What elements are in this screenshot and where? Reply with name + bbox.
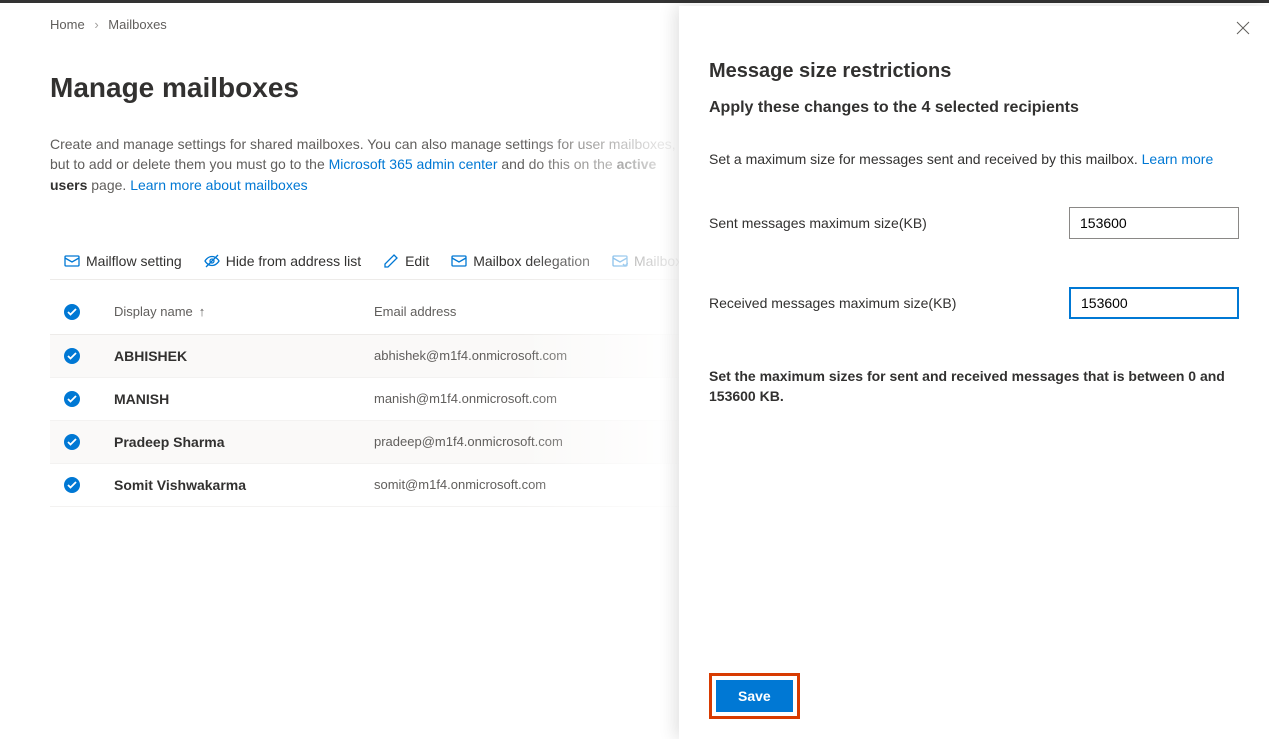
row-checkbox[interactable]	[64, 434, 114, 450]
mail-settings-icon	[64, 253, 80, 269]
admin-center-link[interactable]: Microsoft 365 admin center	[329, 156, 498, 172]
check-circle-icon	[64, 477, 80, 493]
close-button[interactable]	[1235, 20, 1251, 39]
sent-max-input[interactable]	[1069, 207, 1239, 239]
breadcrumb-current: Mailboxes	[108, 17, 167, 32]
save-highlight: Save	[709, 673, 800, 719]
learn-more-link[interactable]: Learn more	[1142, 151, 1214, 167]
row-name: Pradeep Sharma	[114, 434, 374, 450]
check-circle-icon	[64, 434, 80, 450]
row-checkbox[interactable]	[64, 348, 114, 364]
edit-icon	[383, 253, 399, 269]
received-max-input[interactable]	[1069, 287, 1239, 319]
received-max-label: Received messages maximum size(KB)	[709, 295, 956, 311]
mailflow-setting-button[interactable]: Mailflow setting	[64, 253, 182, 269]
hide-from-list-button[interactable]: Hide from address list	[204, 253, 361, 269]
message-size-panel: Message size restrictions Apply these ch…	[679, 6, 1269, 739]
sent-max-label: Sent messages maximum size(KB)	[709, 215, 927, 231]
edit-button[interactable]: Edit	[383, 253, 429, 269]
sort-ascending-icon: ↑	[199, 304, 206, 319]
panel-title: Message size restrictions	[709, 60, 1239, 83]
policies-icon	[612, 253, 628, 269]
mailbox-delegation-button[interactable]: Mailbox delegation	[451, 253, 590, 269]
row-name: MANISH	[114, 391, 374, 407]
row-name: ABHISHEK	[114, 348, 374, 364]
panel-description: Set a maximum size for messages sent and…	[709, 151, 1239, 167]
hide-icon	[204, 253, 220, 269]
column-display-name[interactable]: Display name↑	[114, 304, 374, 319]
panel-subtitle: Apply these changes to the 4 selected re…	[709, 99, 1239, 117]
learn-more-mailboxes-link[interactable]: Learn more about mailboxes	[130, 177, 307, 193]
check-circle-icon	[64, 348, 80, 364]
page-description: Create and manage settings for shared ma…	[50, 134, 690, 195]
delegation-label: Mailbox delegation	[473, 253, 590, 269]
check-circle-icon	[64, 304, 80, 320]
mailflow-label: Mailflow setting	[86, 253, 182, 269]
edit-label: Edit	[405, 253, 429, 269]
row-checkbox[interactable]	[64, 391, 114, 407]
panel-note: Set the maximum sizes for sent and recei…	[709, 367, 1239, 406]
check-circle-icon	[64, 391, 80, 407]
delegation-icon	[451, 253, 467, 269]
chevron-right-icon: ›	[94, 17, 98, 32]
select-all-checkbox[interactable]	[64, 304, 114, 320]
save-button[interactable]: Save	[716, 680, 793, 712]
hide-label: Hide from address list	[226, 253, 361, 269]
breadcrumb-home[interactable]: Home	[50, 17, 85, 32]
row-name: Somit Vishwakarma	[114, 477, 374, 493]
row-checkbox[interactable]	[64, 477, 114, 493]
